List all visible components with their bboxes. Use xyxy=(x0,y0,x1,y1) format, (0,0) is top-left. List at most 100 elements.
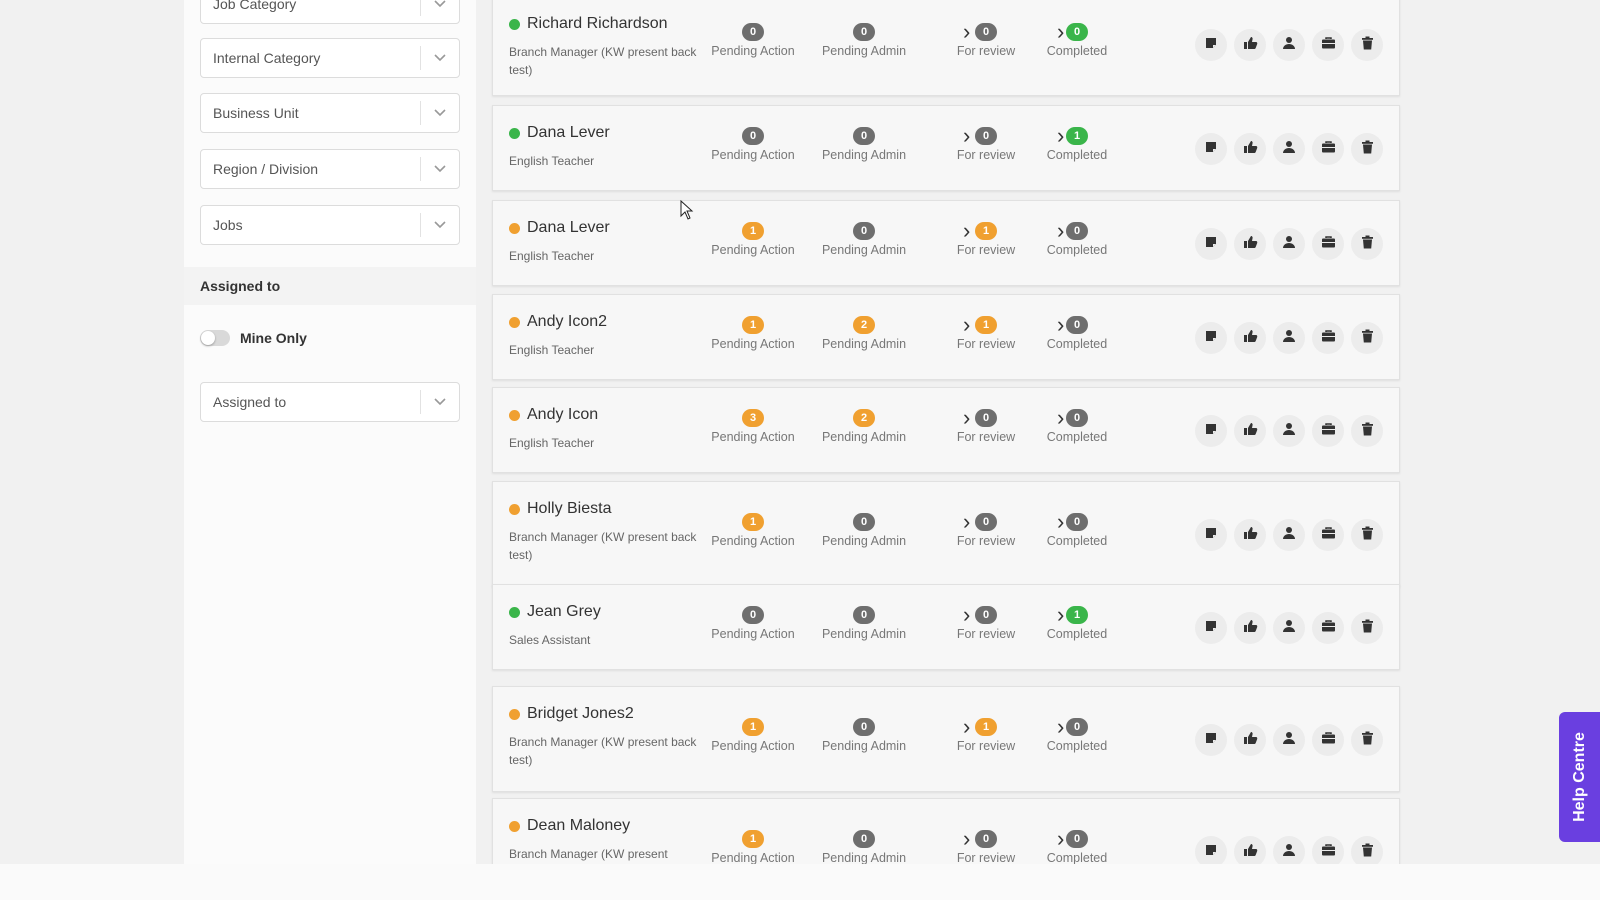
user-button[interactable] xyxy=(1273,133,1305,165)
stat-1[interactable]: 0 Pending Admin xyxy=(814,606,914,641)
stat-0[interactable]: 0 Pending Action xyxy=(703,127,803,162)
business-unit-select[interactable]: Business Unit xyxy=(200,93,460,133)
thumbs-up-button[interactable] xyxy=(1234,228,1266,260)
stat-0[interactable]: 0 Pending Action xyxy=(703,23,803,58)
briefcase-button[interactable] xyxy=(1312,519,1344,551)
briefcase-button[interactable] xyxy=(1312,724,1344,756)
candidate-name[interactable]: Andy Icon xyxy=(527,406,598,424)
thumbs-up-button[interactable] xyxy=(1234,133,1266,165)
candidate-card[interactable]: Andy Icon2 English Teacher 1 Pending Act… xyxy=(492,294,1400,380)
briefcase-button[interactable] xyxy=(1312,612,1344,644)
trash-button[interactable] xyxy=(1351,228,1383,260)
thumbs-up-button[interactable] xyxy=(1234,29,1266,61)
user-button[interactable] xyxy=(1273,519,1305,551)
stat-0[interactable]: 1 Pending Action xyxy=(703,222,803,257)
thumbs-up-button[interactable] xyxy=(1234,415,1266,447)
candidate-card[interactable]: Dana Lever English Teacher 0 Pending Act… xyxy=(492,105,1400,191)
briefcase-button[interactable] xyxy=(1312,415,1344,447)
user-button[interactable] xyxy=(1273,415,1305,447)
stat-2[interactable]: 0 For review xyxy=(936,23,1036,58)
trash-button[interactable] xyxy=(1351,519,1383,551)
briefcase-button[interactable] xyxy=(1312,29,1344,61)
stat-3[interactable]: 0 Completed xyxy=(1027,718,1127,753)
user-button[interactable] xyxy=(1273,29,1305,61)
note-button[interactable] xyxy=(1195,322,1227,354)
trash-button[interactable] xyxy=(1351,29,1383,61)
stat-0[interactable]: 1 Pending Action xyxy=(703,830,803,865)
briefcase-button[interactable] xyxy=(1312,228,1344,260)
jobs-select[interactable]: Jobs xyxy=(200,205,460,245)
stat-2[interactable]: 0 For review xyxy=(936,409,1036,444)
note-button[interactable] xyxy=(1195,228,1227,260)
thumbs-up-button[interactable] xyxy=(1234,612,1266,644)
candidate-card[interactable]: Holly Biesta Branch Manager (KW present … xyxy=(492,481,1400,587)
internal-category-select[interactable]: Internal Category xyxy=(200,38,460,78)
stat-3[interactable]: 0 Completed xyxy=(1027,222,1127,257)
stat-3[interactable]: 0 Completed xyxy=(1027,830,1127,865)
candidate-name[interactable]: Bridget Jones2 xyxy=(527,705,634,723)
thumbs-up-button[interactable] xyxy=(1234,519,1266,551)
stat-1[interactable]: 0 Pending Admin xyxy=(814,718,914,753)
briefcase-button[interactable] xyxy=(1312,133,1344,165)
stat-2[interactable]: 1 For review xyxy=(936,222,1036,257)
briefcase-button[interactable] xyxy=(1312,322,1344,354)
stat-1[interactable]: 0 Pending Admin xyxy=(814,513,914,548)
stat-3[interactable]: 1 Completed xyxy=(1027,606,1127,641)
user-button[interactable] xyxy=(1273,228,1305,260)
trash-button[interactable] xyxy=(1351,322,1383,354)
region-division-select[interactable]: Region / Division xyxy=(200,149,460,189)
stat-1[interactable]: 0 Pending Admin xyxy=(814,222,914,257)
user-button[interactable] xyxy=(1273,612,1305,644)
stat-0[interactable]: 3 Pending Action xyxy=(703,409,803,444)
mine-only-toggle[interactable] xyxy=(200,330,230,346)
note-button[interactable] xyxy=(1195,133,1227,165)
stat-2[interactable]: 0 For review xyxy=(936,513,1036,548)
candidate-name[interactable]: Dean Maloney xyxy=(527,817,630,835)
note-button[interactable] xyxy=(1195,519,1227,551)
help-centre-button[interactable]: Help Centre xyxy=(1559,712,1600,842)
note-button[interactable] xyxy=(1195,415,1227,447)
note-button[interactable] xyxy=(1195,612,1227,644)
candidate-card[interactable]: Jean Grey Sales Assistant 0 Pending Acti… xyxy=(492,584,1400,670)
user-button[interactable] xyxy=(1273,724,1305,756)
job-category-select[interactable]: Job Category xyxy=(200,0,460,24)
candidate-name[interactable]: Dana Lever xyxy=(527,219,610,237)
candidate-card[interactable]: Dana Lever English Teacher 1 Pending Act… xyxy=(492,200,1400,286)
stat-0[interactable]: 1 Pending Action xyxy=(703,718,803,753)
note-button[interactable] xyxy=(1195,724,1227,756)
candidate-name[interactable]: Richard Richardson xyxy=(527,15,668,33)
stat-2[interactable]: 0 For review xyxy=(936,127,1036,162)
stat-1[interactable]: 0 Pending Admin xyxy=(814,830,914,865)
stat-0[interactable]: 1 Pending Action xyxy=(703,316,803,351)
stat-3[interactable]: 0 Completed xyxy=(1027,409,1127,444)
stat-3[interactable]: 0 Completed xyxy=(1027,513,1127,548)
stat-3[interactable]: 0 Completed xyxy=(1027,23,1127,58)
user-button[interactable] xyxy=(1273,322,1305,354)
candidate-card[interactable]: Richard Richardson Branch Manager (KW pr… xyxy=(492,0,1400,96)
candidate-name[interactable]: Dana Lever xyxy=(527,124,610,142)
assigned-to-select[interactable]: Assigned to xyxy=(200,382,460,422)
stat-0[interactable]: 0 Pending Action xyxy=(703,606,803,641)
stat-2[interactable]: 1 For review xyxy=(936,718,1036,753)
trash-button[interactable] xyxy=(1351,612,1383,644)
trash-button[interactable] xyxy=(1351,133,1383,165)
trash-button[interactable] xyxy=(1351,415,1383,447)
stat-1[interactable]: 0 Pending Admin xyxy=(814,23,914,58)
thumbs-up-button[interactable] xyxy=(1234,724,1266,756)
stat-1[interactable]: 2 Pending Admin xyxy=(814,316,914,351)
thumbs-up-button[interactable] xyxy=(1234,322,1266,354)
stat-3[interactable]: 0 Completed xyxy=(1027,316,1127,351)
stat-0[interactable]: 1 Pending Action xyxy=(703,513,803,548)
note-button[interactable] xyxy=(1195,29,1227,61)
candidate-card[interactable]: Bridget Jones2 Branch Manager (KW presen… xyxy=(492,686,1400,792)
stat-2[interactable]: 0 For review xyxy=(936,830,1036,865)
stat-1[interactable]: 0 Pending Admin xyxy=(814,127,914,162)
stat-2[interactable]: 0 For review xyxy=(936,606,1036,641)
stat-1[interactable]: 2 Pending Admin xyxy=(814,409,914,444)
stat-3[interactable]: 1 Completed xyxy=(1027,127,1127,162)
candidate-card[interactable]: Andy Icon English Teacher 3 Pending Acti… xyxy=(492,387,1400,473)
trash-button[interactable] xyxy=(1351,724,1383,756)
candidate-name[interactable]: Holly Biesta xyxy=(527,500,611,518)
candidate-name[interactable]: Andy Icon2 xyxy=(527,313,607,331)
candidate-name[interactable]: Jean Grey xyxy=(527,603,601,621)
